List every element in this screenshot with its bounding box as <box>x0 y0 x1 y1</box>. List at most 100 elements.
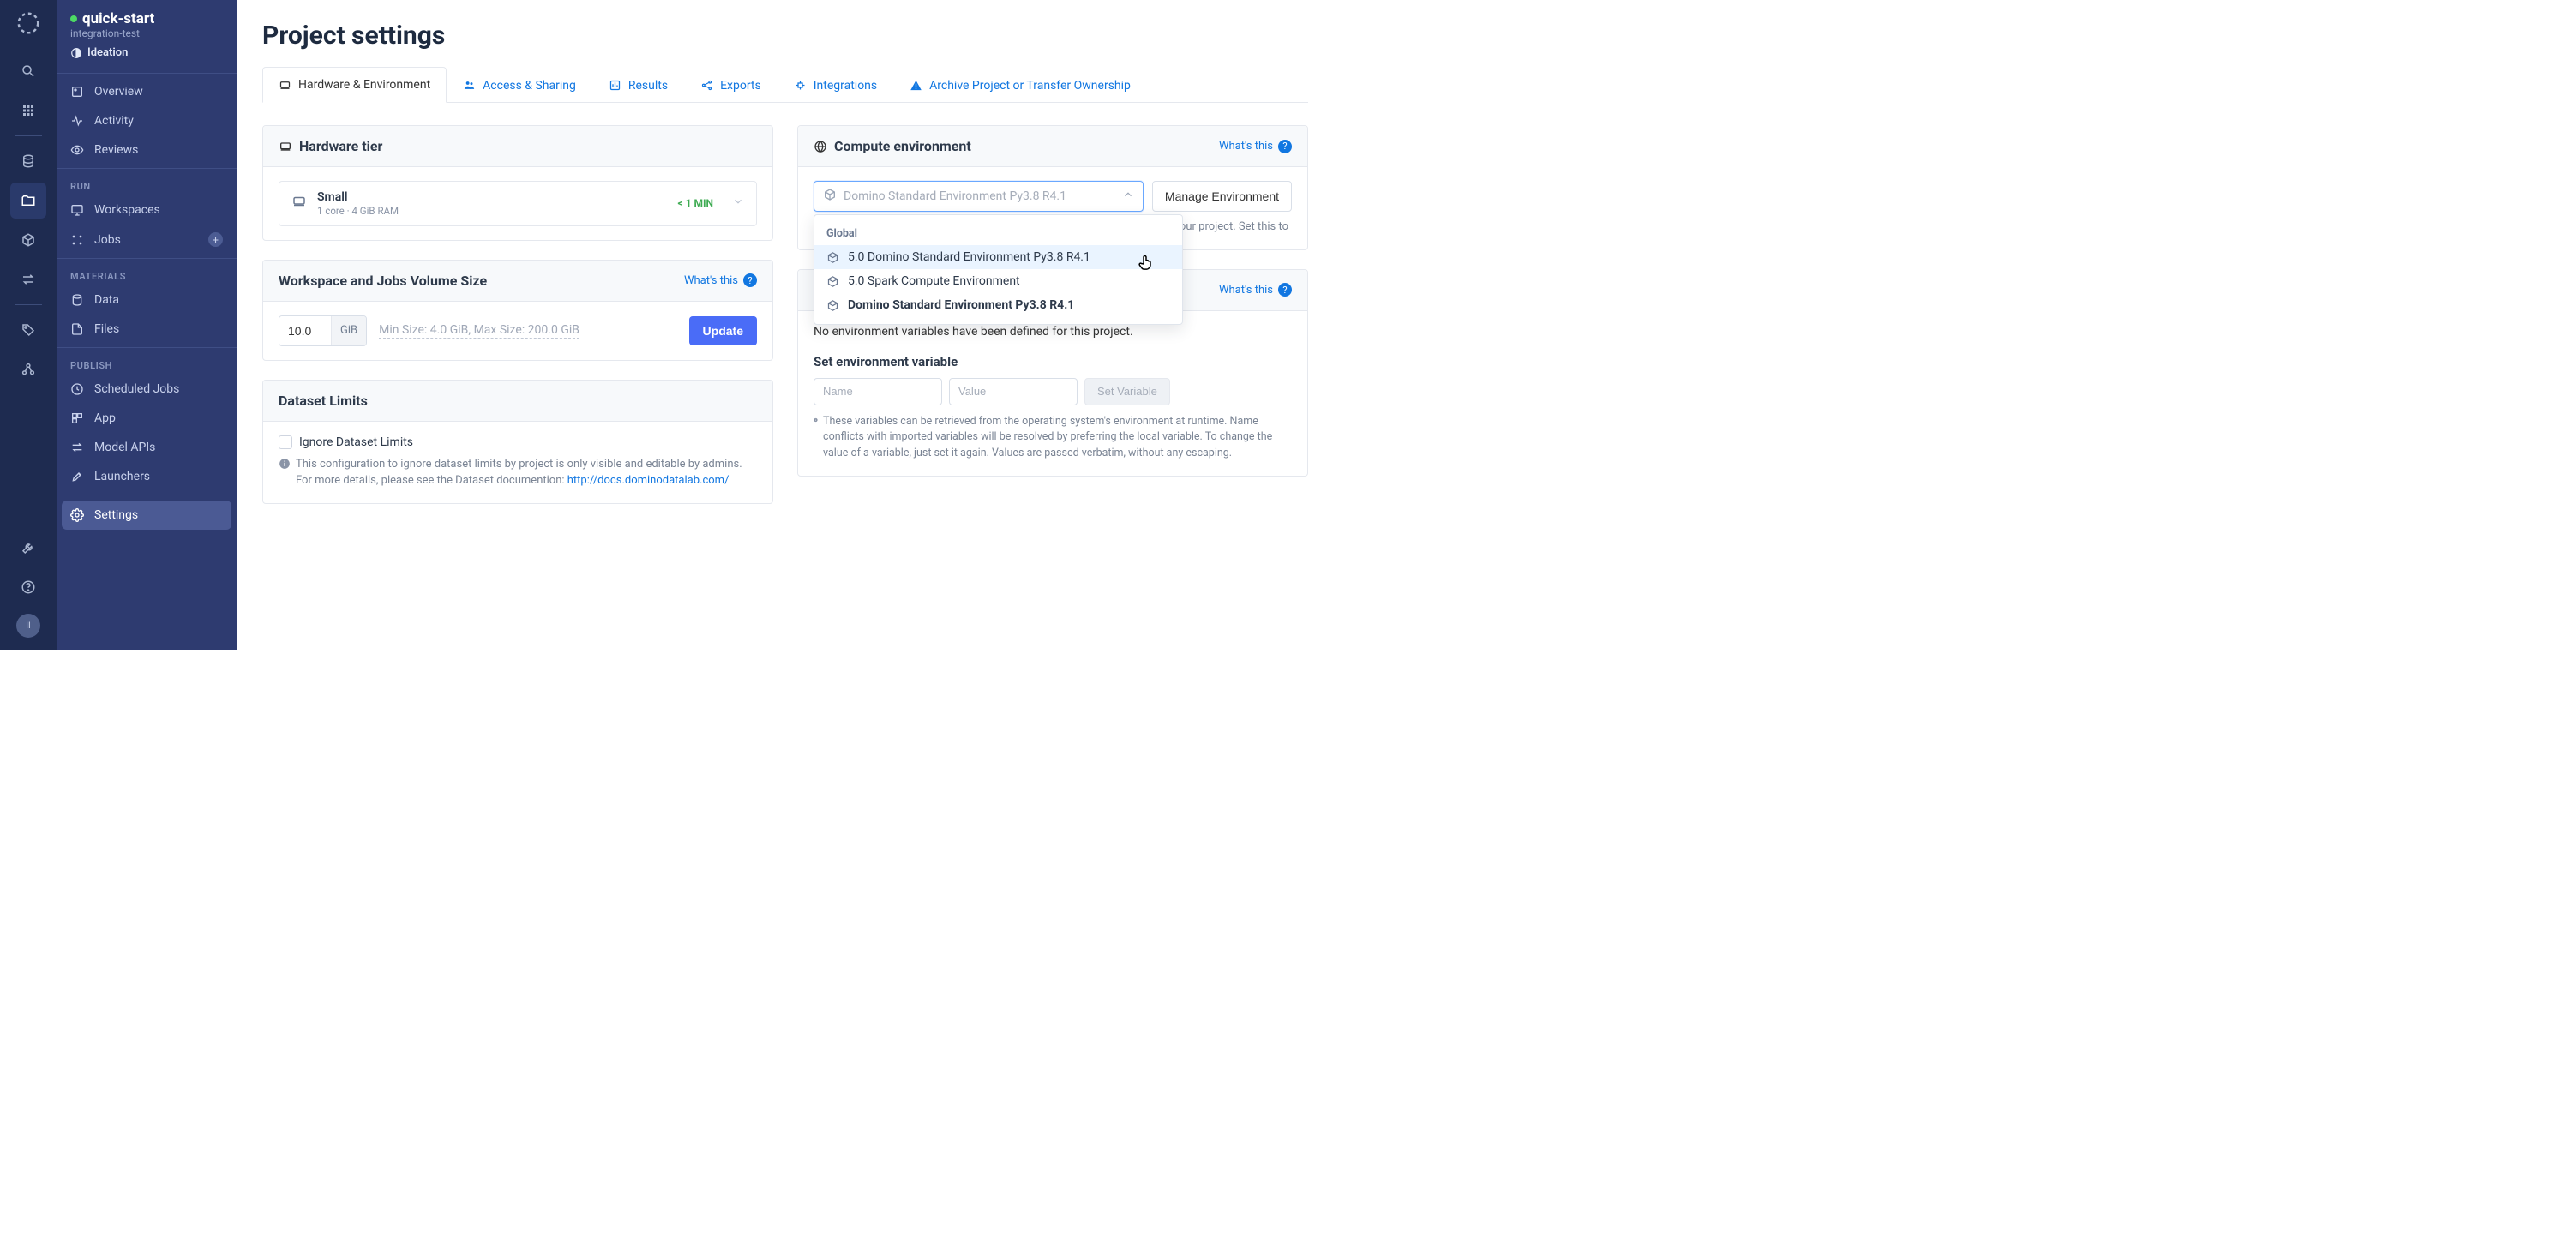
set-env-var-heading: Set environment variable <box>814 354 1292 369</box>
env-var-name-input[interactable] <box>814 378 942 405</box>
hardware-tier-selector[interactable]: Small 1 core · 4 GiB RAM < 1 MIN <box>279 181 757 226</box>
update-button[interactable]: Update <box>689 316 757 345</box>
sidebar-item-label: Workspaces <box>94 203 160 217</box>
sidebar-item-activity[interactable]: Activity <box>57 106 237 135</box>
sidebar-item-label: Activity <box>94 114 134 128</box>
cube-icon[interactable] <box>10 222 46 258</box>
sidebar-item-app[interactable]: App <box>57 404 237 433</box>
env-option-label: 5.0 Spark Compute Environment <box>848 274 1020 288</box>
volume-hint: Min Size: 4.0 GiB, Max Size: 200.0 GiB <box>379 323 579 339</box>
sidebar-item-reviews[interactable]: Reviews <box>57 135 237 165</box>
main-content: Project settings Hardware & Environment … <box>237 0 1334 650</box>
avatar[interactable]: II <box>16 614 40 638</box>
sidebar-section-publish: PUBLISH <box>57 351 237 375</box>
tab-results[interactable]: Results <box>592 67 684 103</box>
chevron-up-icon <box>1122 189 1134 204</box>
project-stage[interactable]: Ideation <box>57 45 237 69</box>
tab-integrations[interactable]: Integrations <box>778 67 893 103</box>
sidebar-item-label: Reviews <box>94 143 138 157</box>
status-dot-icon <box>70 15 77 22</box>
sidebar-item-files[interactable]: Files <box>57 315 237 344</box>
env-option-label: Domino Standard Environment Py3.8 R4.1 <box>848 298 1074 312</box>
sidebar-item-model-apis[interactable]: Model APIs <box>57 433 237 462</box>
volume-unit: GiB <box>331 316 366 345</box>
environment-select-value: Domino Standard Environment Py3.8 R4.1 <box>844 189 1115 203</box>
project-name: quick-start <box>82 10 154 27</box>
card-dataset-limits: Dataset Limits Ignore Dataset Limits Thi… <box>262 380 773 504</box>
tab-hardware-environment[interactable]: Hardware & Environment <box>262 67 447 103</box>
tab-label: Hardware & Environment <box>298 78 430 92</box>
swap-icon[interactable] <box>10 261 46 297</box>
environment-select[interactable]: Domino Standard Environment Py3.8 R4.1 G… <box>814 181 1144 212</box>
env-var-value-input[interactable] <box>949 378 1078 405</box>
volume-size-input-group: GiB <box>279 315 367 346</box>
set-variable-button[interactable]: Set Variable <box>1084 378 1170 405</box>
icon-rail: II <box>0 0 57 650</box>
database-icon[interactable] <box>10 143 46 179</box>
sidebar-item-label: Jobs <box>94 233 121 247</box>
whats-this-link[interactable]: What's this? <box>684 273 757 287</box>
tab-label: Access & Sharing <box>483 79 576 93</box>
project-title-row[interactable]: quick-start <box>57 9 237 27</box>
tab-exports[interactable]: Exports <box>684 67 778 103</box>
env-option-1[interactable]: 5.0 Domino Standard Environment Py3.8 R4… <box>814 245 1182 269</box>
ignore-dataset-limits-checkbox[interactable] <box>279 435 292 449</box>
env-option-2[interactable]: 5.0 Spark Compute Environment <box>814 269 1182 293</box>
card-volume-size: Workspace and Jobs Volume Size What's th… <box>262 260 773 361</box>
help-icon: ? <box>1278 283 1292 297</box>
whats-this-label: What's this <box>1219 284 1273 297</box>
manage-environment-button[interactable]: Manage Environment <box>1152 181 1292 212</box>
sidebar-section-run: RUN <box>57 172 237 195</box>
card-hardware-tier: Hardware tier Small 1 core · 4 GiB RAM <… <box>262 125 773 241</box>
tag-icon[interactable] <box>10 312 46 348</box>
dataset-docs-link[interactable]: http://docs.dominodatalab.com/ <box>567 474 730 487</box>
card-title: Hardware tier <box>299 138 382 154</box>
add-job-icon[interactable]: + <box>208 232 223 247</box>
whats-this-label: What's this <box>1219 140 1273 153</box>
sidebar-item-jobs[interactable]: Jobs + <box>57 225 237 255</box>
sidebar-item-label: Overview <box>94 85 143 99</box>
help-icon: ? <box>1278 140 1292 153</box>
whats-this-link[interactable]: What's this? <box>1219 140 1292 153</box>
globe-icon <box>814 140 827 153</box>
grid-icon[interactable] <box>10 93 46 129</box>
card-title: Workspace and Jobs Volume Size <box>279 273 487 289</box>
sidebar-item-data[interactable]: Data <box>57 285 237 315</box>
volume-size-input[interactable] <box>279 316 331 345</box>
sidebar-item-scheduled-jobs[interactable]: Scheduled Jobs <box>57 375 237 404</box>
sidebar-item-label: Scheduled Jobs <box>94 382 179 396</box>
tab-access-sharing[interactable]: Access & Sharing <box>447 67 592 103</box>
project-sidebar: quick-start integration-test Ideation Ov… <box>57 0 237 650</box>
tab-archive-transfer[interactable]: Archive Project or Transfer Ownership <box>893 67 1147 103</box>
tier-name: Small <box>317 190 399 205</box>
chevron-down-icon <box>732 195 744 211</box>
info-icon <box>814 414 818 426</box>
sidebar-item-settings[interactable]: Settings <box>62 501 231 530</box>
tab-label: Exports <box>720 79 761 93</box>
folder-icon[interactable] <box>10 183 46 219</box>
tab-label: Archive Project or Transfer Ownership <box>929 79 1131 93</box>
whats-this-link[interactable]: What's this? <box>1219 283 1292 297</box>
tab-label: Results <box>628 79 668 93</box>
sidebar-item-workspaces[interactable]: Workspaces <box>57 195 237 225</box>
sidebar-item-launchers[interactable]: Launchers <box>57 462 237 491</box>
logo-icon[interactable] <box>15 10 41 36</box>
nodes-icon[interactable] <box>10 351 46 387</box>
page-title: Project settings <box>262 21 1308 51</box>
search-icon[interactable] <box>10 53 46 89</box>
sidebar-item-label: Files <box>94 322 119 336</box>
wrench-icon[interactable] <box>10 530 46 566</box>
project-owner: integration-test <box>57 27 237 45</box>
sidebar-item-label: App <box>94 411 116 425</box>
sidebar-item-label: Settings <box>94 508 138 522</box>
dataset-info-text: This configuration to ignore dataset lim… <box>296 456 757 489</box>
settings-tabs: Hardware & Environment Access & Sharing … <box>262 66 1308 103</box>
environment-dropdown: Global 5.0 Domino Standard Environment P… <box>814 214 1183 325</box>
help-icon[interactable] <box>10 569 46 605</box>
env-option-3[interactable]: Domino Standard Environment Py3.8 R4.1 <box>814 293 1182 317</box>
card-compute-environment: Compute environment What's this? Domino … <box>797 125 1308 250</box>
sidebar-item-overview[interactable]: Overview <box>57 77 237 106</box>
sidebar-section-materials: MATERIALS <box>57 262 237 285</box>
tab-label: Integrations <box>814 79 877 93</box>
sidebar-item-label: Model APIs <box>94 441 155 454</box>
